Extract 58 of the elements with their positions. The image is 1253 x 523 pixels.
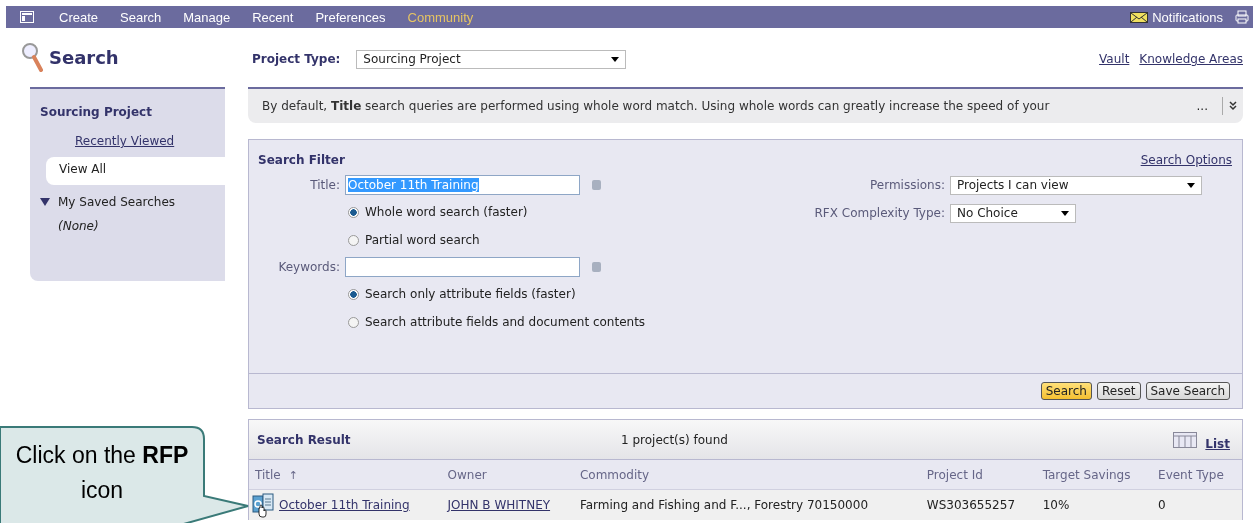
callout-text: Click on the RFP icon	[14, 441, 190, 505]
field-label: RFX Complexity Type:	[813, 206, 945, 220]
radio-label: Search only attribute fields (faster)	[365, 287, 576, 301]
radio-button[interactable]	[348, 288, 359, 300]
table-cell: 0	[1158, 498, 1166, 512]
radio-label: Partial word search	[365, 233, 480, 247]
panel-title: Search Result	[257, 432, 352, 447]
column-header[interactable]: Owner	[447, 467, 487, 482]
saved-searches-toggle[interactable]: My Saved Searches	[58, 195, 176, 209]
radio-button[interactable]	[348, 206, 359, 218]
sidebar-item[interactable]: Recently Viewed	[46, 129, 225, 157]
table-view-icon[interactable]	[1173, 431, 1198, 448]
field-label: Keywords:	[277, 260, 340, 274]
sidebar-item[interactable]: View All	[46, 157, 225, 185]
result-count: 1 project(s) found	[621, 432, 729, 447]
header-link[interactable]: Vault	[1099, 52, 1130, 66]
field-label: Title:	[309, 178, 340, 192]
notifications-link[interactable]: Notifications	[1152, 9, 1223, 25]
radio-button[interactable]	[348, 234, 359, 246]
project-book-icon[interactable]	[251, 492, 275, 518]
info-text: By default, Title search queries are performed using whole word match. Using whole words can greatly increase the speed of your	[262, 99, 1050, 113]
more-link[interactable]: ...	[1196, 99, 1208, 113]
complexity-dropdown[interactable]: No Choice	[950, 203, 1076, 223]
field-label: Permissions:	[868, 178, 945, 192]
table-cell: Farming and Fishing and F..., Forestry 70150000	[579, 498, 869, 512]
radio-button[interactable]	[348, 316, 359, 328]
panel-title: Search Filter	[258, 153, 345, 167]
magnifier-icon	[21, 42, 43, 72]
expand-icon[interactable]	[1229, 101, 1237, 111]
nav-item[interactable]: Create	[48, 9, 110, 25]
project-type-dropdown[interactable]: Sourcing Project	[356, 49, 627, 69]
nav-item[interactable]: Search	[109, 9, 173, 25]
sidebar-heading: Sourcing Project	[39, 105, 153, 121]
list-view-link[interactable]: List	[1205, 428, 1230, 451]
column-header[interactable]: Commodity	[579, 467, 650, 482]
action-button[interactable]: Save Search	[1145, 382, 1230, 400]
nav-item[interactable]: Manage	[172, 9, 242, 25]
nav-item[interactable]: Recent	[241, 9, 305, 25]
layout-icon[interactable]	[20, 11, 34, 23]
radio-label: Whole word search (faster)	[365, 205, 528, 219]
nav-item[interactable]: Preferences	[304, 9, 397, 25]
saved-search-item: (None)	[57, 218, 100, 233]
collapse-triangle-icon[interactable]	[40, 198, 50, 206]
table-cell: WS303655257	[926, 498, 1016, 512]
sort-arrow: ↑	[288, 468, 298, 482]
header-link[interactable]: Knowledge Areas	[1139, 52, 1243, 66]
printer-icon[interactable]	[1235, 10, 1249, 24]
radio-label: Search attribute fields and document contents	[365, 315, 646, 329]
column-header[interactable]: Title	[255, 467, 281, 482]
envelope-icon	[1130, 11, 1149, 23]
action-button[interactable]: Search	[1040, 382, 1092, 400]
project-type-label: Project Type:	[252, 52, 341, 66]
search-options-link[interactable]: Search Options	[1140, 153, 1232, 167]
input-field[interactable]	[345, 257, 580, 277]
table-cell: 10%	[1042, 498, 1070, 512]
action-button[interactable]: Reset	[1096, 382, 1141, 400]
page-title: Search	[49, 46, 119, 68]
permissions-dropdown[interactable]: Projects I can view	[950, 175, 1202, 195]
